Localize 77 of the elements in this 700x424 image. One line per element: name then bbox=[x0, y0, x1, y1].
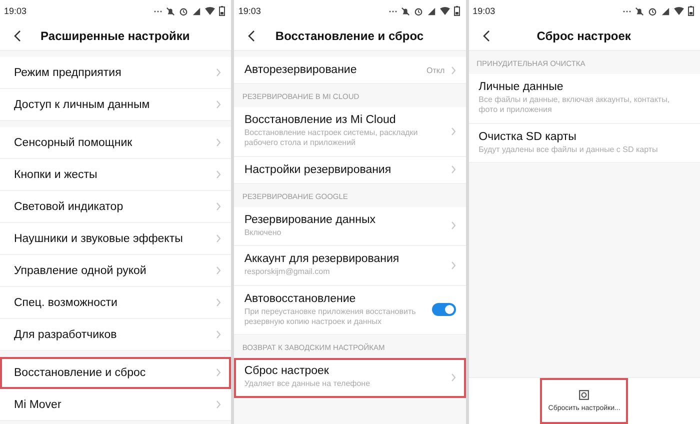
row-title: Восстановление и сброс bbox=[14, 366, 147, 378]
more-icon bbox=[388, 10, 397, 12]
row-subtitle: Удаляет все данные на телефоне bbox=[244, 379, 372, 390]
row-subtitle: При переустановке приложения восстановить резервную копию настроек и данных bbox=[244, 306, 417, 328]
screen-title: Расширенные настройки bbox=[40, 29, 191, 43]
wifi-icon bbox=[440, 7, 450, 15]
back-icon[interactable] bbox=[482, 30, 490, 42]
alarm-icon bbox=[414, 6, 423, 16]
bell-off-icon bbox=[634, 6, 644, 16]
status-time: 19:03 bbox=[238, 6, 261, 16]
settings-row[interactable]: Режим предприятия bbox=[0, 57, 232, 89]
screen-title: Восстановление и сброс bbox=[274, 29, 425, 43]
row-value: Откл bbox=[426, 66, 445, 74]
row-subtitle: Включено bbox=[244, 228, 282, 238]
wifi-icon bbox=[205, 7, 216, 15]
row-title: Спец. возможности bbox=[14, 296, 118, 308]
back-icon[interactable] bbox=[248, 30, 256, 42]
row-title: Сенсорный помощник bbox=[14, 136, 134, 148]
row-title: Настройки резервирования bbox=[244, 164, 392, 176]
settings-row[interactable]: Световой индикатор bbox=[0, 191, 232, 223]
settings-row[interactable]: Доступ к личным данным bbox=[0, 89, 232, 121]
settings-row[interactable]: Автовосстановление При переустановке приложения восстановить резервную копию настроек и данных bbox=[234, 286, 466, 336]
row-title: Световой индикатор bbox=[14, 200, 124, 212]
settings-row[interactable]: Сенсорный помощник bbox=[0, 127, 232, 159]
wifi-icon bbox=[674, 7, 684, 15]
row-title: Восстановление из Mi Cloud bbox=[244, 114, 397, 126]
row-title: Для разработчиков bbox=[14, 328, 118, 340]
settings-row[interactable]: Управление одной рукой bbox=[0, 255, 232, 287]
settings-row[interactable]: Резервирование данных Включено bbox=[234, 206, 466, 246]
row-title: Наушники и звуковые эффекты bbox=[14, 232, 184, 244]
bell-off-icon bbox=[166, 6, 176, 16]
more-icon bbox=[154, 10, 162, 12]
alarm-icon bbox=[648, 6, 657, 16]
row-title: Управление одной рукой bbox=[14, 264, 148, 276]
row-subtitle: Восстановление настроек системы, раскладки рабочего стола и приложений bbox=[244, 128, 419, 149]
row-subtitle: Все файлы и данные, включая аккаунты, контакты, фото и приложения bbox=[478, 95, 671, 116]
settings-row[interactable]: Восстановление из Mi Cloud Восстановление настроек системы, раскладки рабочего стола и приложений bbox=[234, 107, 466, 157]
battery-icon bbox=[688, 6, 694, 16]
row-subtitle: resporskijm@gmail.com bbox=[244, 267, 331, 278]
settings-row[interactable]: Очистка SD карты Будут удалены все файлы и данные с SD карты bbox=[468, 124, 700, 164]
row-title: Автовосстановление bbox=[244, 292, 357, 305]
more-icon bbox=[622, 10, 631, 12]
settings-row[interactable]: Авторезервирование Откл bbox=[234, 57, 466, 84]
row-title: Резервирование данных bbox=[244, 214, 376, 226]
settings-row[interactable]: Mi Mover bbox=[0, 389, 232, 421]
row-title: Кнопки и жесты bbox=[14, 168, 98, 180]
back-icon[interactable] bbox=[14, 30, 21, 42]
row-title: Очистка SD карты bbox=[478, 130, 578, 143]
row-title: Авторезервирование bbox=[244, 64, 358, 76]
status-time: 19:03 bbox=[4, 6, 27, 16]
toggle-switch[interactable] bbox=[432, 303, 456, 316]
row-title: Аккаунт для резервирования bbox=[244, 253, 400, 266]
row-title: Режим предприятия bbox=[14, 66, 122, 78]
settings-row[interactable]: Восстановление и сброс bbox=[0, 357, 232, 389]
settings-row[interactable]: Наушники и звуковые эффекты bbox=[0, 223, 232, 255]
battery-icon bbox=[219, 6, 226, 16]
row-title: Mi Mover bbox=[14, 398, 62, 410]
bell-off-icon bbox=[400, 6, 410, 16]
battery-icon bbox=[454, 6, 460, 16]
status-time: 19:03 bbox=[472, 6, 496, 16]
settings-row[interactable]: Кнопки и жесты bbox=[0, 159, 232, 191]
row-title: Сброс настроек bbox=[244, 365, 330, 378]
row-title: Личные данные bbox=[478, 81, 564, 93]
settings-row[interactable]: Настройки резервирования bbox=[234, 156, 466, 184]
settings-row[interactable]: Личные данные Все файлы и данные, включая аккаунты, контакты, фото и приложения bbox=[468, 74, 700, 124]
row-subtitle: Будут удалены все файлы и данные с SD карты bbox=[478, 144, 659, 156]
settings-row[interactable]: Для разработчиков bbox=[0, 319, 232, 351]
row-title: Доступ к личным данным bbox=[14, 98, 151, 110]
alarm-icon bbox=[179, 6, 188, 16]
screen-title: Сброс настроек bbox=[536, 29, 632, 43]
settings-row[interactable]: Сброс настроек Удаляет все данные на телефоне bbox=[234, 358, 466, 398]
signal-icon bbox=[426, 6, 436, 16]
settings-row[interactable]: Спец. возможности bbox=[0, 287, 232, 319]
signal-icon bbox=[660, 6, 670, 16]
settings-row[interactable]: Аккаунт для резервирования resporskijm@gmail.com bbox=[234, 246, 466, 286]
signal-icon bbox=[192, 6, 202, 16]
reset-icon bbox=[579, 390, 590, 400]
